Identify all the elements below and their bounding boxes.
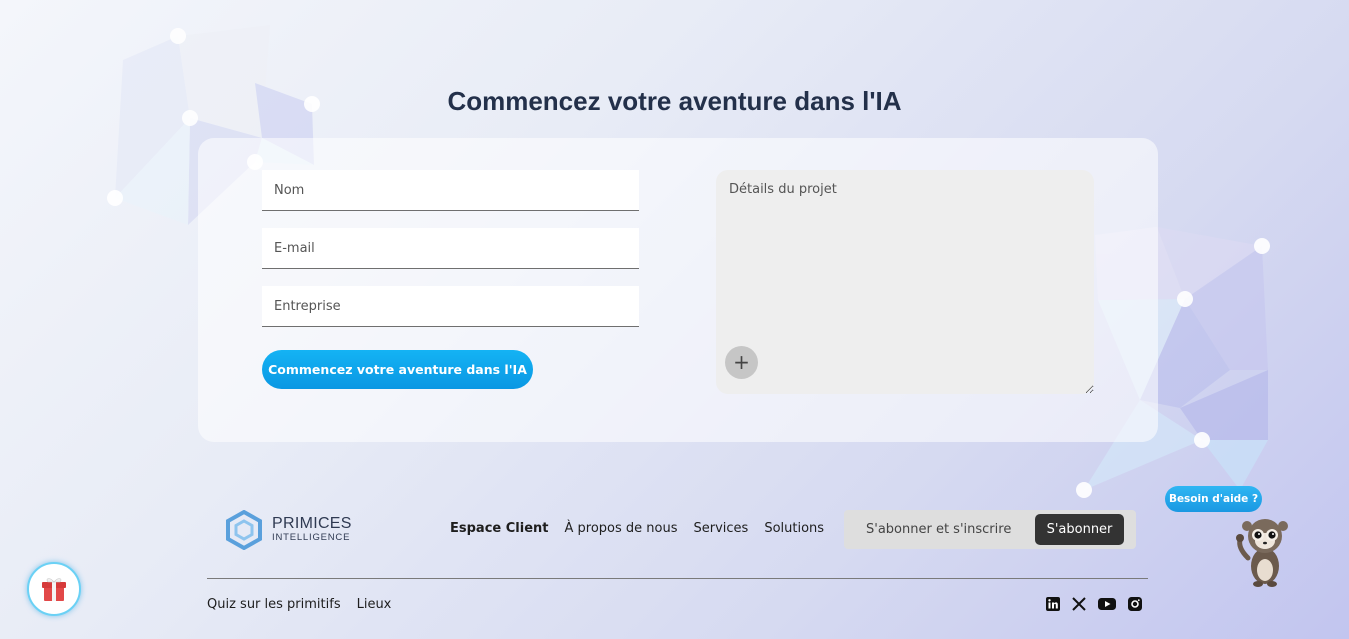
company-field[interactable] (262, 286, 639, 327)
linkedin-icon[interactable] (1046, 597, 1060, 611)
help-bubble[interactable]: Besoin d'aide ? (1165, 486, 1262, 512)
locations-link[interactable]: Lieux (357, 597, 392, 612)
gift-icon (42, 578, 66, 601)
social-links (1046, 597, 1142, 611)
project-details-textarea[interactable] (716, 170, 1094, 394)
footer-bottom-links: Quiz sur les primitifs Lieux (207, 597, 391, 612)
contact-form-card: Commencez votre aventure dans l'IA + (198, 138, 1158, 442)
lemur-mascot-icon[interactable] (1234, 514, 1296, 588)
subscribe-input[interactable] (856, 518, 1054, 541)
nav-services[interactable]: Services (693, 521, 748, 536)
page-title: Commencez votre aventure dans l'IA (447, 86, 902, 116)
subscribe-form: S'abonner (844, 510, 1136, 549)
logo-name: PRIMICES (272, 515, 352, 532)
logo-subtitle: INTELLIGENCE (272, 532, 351, 543)
youtube-icon[interactable] (1098, 597, 1116, 611)
email-field[interactable] (262, 228, 639, 269)
primices-logo-icon (226, 510, 262, 550)
quiz-link[interactable]: Quiz sur les primitifs (207, 597, 341, 612)
nav-espace-client[interactable]: Espace Client (450, 521, 548, 536)
footer-nav: Espace Client À propos de nous Services … (450, 521, 824, 536)
subscribe-button[interactable]: S'abonner (1035, 514, 1124, 545)
footer-logo[interactable]: PRIMICES INTELLIGENCE (224, 510, 352, 550)
submit-button[interactable]: Commencez votre aventure dans l'IA (262, 350, 533, 389)
instagram-icon[interactable] (1128, 597, 1142, 611)
name-field[interactable] (262, 170, 639, 211)
x-icon[interactable] (1072, 597, 1086, 611)
nav-about[interactable]: À propos de nous (564, 521, 677, 536)
nav-solutions[interactable]: Solutions (764, 521, 824, 536)
gift-button[interactable] (27, 562, 81, 616)
attach-file-button[interactable]: + (725, 346, 758, 379)
footer-divider (207, 578, 1148, 579)
